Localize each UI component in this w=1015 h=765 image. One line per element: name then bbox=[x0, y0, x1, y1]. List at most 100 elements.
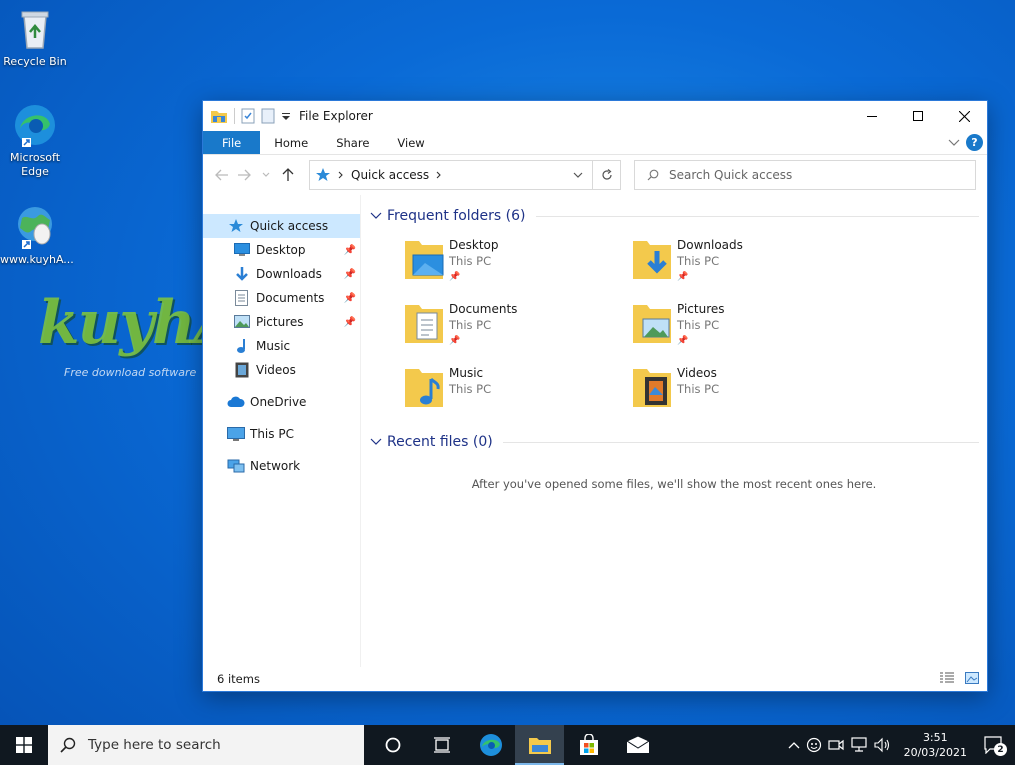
collapse-chevron-icon bbox=[370, 438, 382, 445]
quick-access-star-icon bbox=[316, 168, 330, 181]
taskbar-clock[interactable]: 3:51 20/03/2021 bbox=[904, 730, 967, 760]
pictures-icon bbox=[234, 315, 250, 328]
status-bar: 6 items bbox=[203, 667, 987, 691]
customize-toolbar-chevron-icon[interactable] bbox=[281, 108, 291, 124]
taskbar-mail[interactable] bbox=[613, 725, 662, 765]
pin-icon[interactable]: 📌 bbox=[344, 245, 356, 256]
desktop-icon-kuyhaa[interactable]: www.kuyhA... bbox=[0, 204, 74, 267]
desktop-icon-label: Microsoft Edge bbox=[9, 151, 61, 178]
back-button[interactable] bbox=[211, 164, 233, 186]
tab-share[interactable]: Share bbox=[322, 131, 383, 154]
up-arrow-icon bbox=[282, 168, 294, 181]
taskbar-search-input[interactable]: Type here to search bbox=[88, 737, 221, 753]
folder-tile-desktop[interactable]: Desktop This PC 📌 bbox=[403, 237, 631, 283]
search-box[interactable]: Search Quick access bbox=[634, 160, 976, 190]
recent-files-empty-message: After you've opened some files, we'll sh… bbox=[471, 477, 877, 491]
people-icon[interactable] bbox=[806, 737, 822, 753]
new-folder-icon[interactable] bbox=[261, 108, 275, 124]
pin-icon[interactable]: 📌 bbox=[344, 269, 356, 280]
tab-view[interactable]: View bbox=[383, 131, 438, 154]
close-button[interactable] bbox=[941, 101, 987, 131]
properties-icon[interactable] bbox=[241, 108, 255, 124]
window-title: File Explorer bbox=[299, 109, 373, 123]
folder-location: This PC bbox=[449, 382, 492, 396]
desktop-icon-edge[interactable]: Microsoft Edge bbox=[0, 102, 70, 179]
taskbar-task-view[interactable] bbox=[417, 725, 466, 765]
expand-ribbon-chevron-icon[interactable] bbox=[948, 139, 960, 147]
action-center-button[interactable]: 2 bbox=[981, 733, 1007, 757]
frequent-folders-header[interactable]: Frequent folders (6) bbox=[369, 205, 979, 227]
music-folder-icon bbox=[405, 369, 443, 407]
search-input[interactable]: Search Quick access bbox=[669, 168, 792, 182]
nav-item-desktop[interactable]: Desktop 📌 bbox=[203, 238, 360, 262]
address-location[interactable]: Quick access bbox=[351, 168, 429, 182]
quick-access-star-icon bbox=[229, 219, 243, 232]
frequent-folders-grid: Desktop This PC 📌 Downloads This PC 📌 Do… bbox=[369, 227, 979, 411]
nav-item-label: Quick access bbox=[250, 219, 329, 233]
help-button[interactable]: ? bbox=[966, 134, 983, 151]
navigation-bar: Quick access Search Quick access bbox=[203, 155, 987, 195]
pin-icon[interactable]: 📌 bbox=[344, 317, 356, 328]
forward-button[interactable] bbox=[233, 164, 255, 186]
tab-file[interactable]: File bbox=[203, 131, 261, 154]
desktop-icon-recycle-bin[interactable]: Recycle Bin bbox=[0, 6, 70, 69]
recycle-bin-icon bbox=[21, 11, 49, 49]
nav-item-videos[interactable]: Videos bbox=[203, 358, 360, 382]
details-view-icon[interactable] bbox=[939, 672, 955, 684]
videos-folder-icon bbox=[633, 369, 671, 407]
nav-item-music[interactable]: Music bbox=[203, 334, 360, 358]
computer-icon bbox=[227, 426, 245, 441]
address-dropdown-button[interactable] bbox=[564, 161, 592, 189]
nav-item-downloads[interactable]: Downloads 📌 bbox=[203, 262, 360, 286]
maximize-button[interactable] bbox=[895, 101, 941, 131]
pin-icon: 📌 bbox=[677, 336, 689, 346]
recent-locations-button[interactable] bbox=[255, 164, 277, 186]
refresh-button[interactable] bbox=[592, 161, 620, 189]
folder-tile-pictures[interactable]: Pictures This PC 📌 bbox=[631, 301, 859, 347]
title-bar[interactable]: File Explorer bbox=[203, 101, 987, 131]
minimize-button[interactable] bbox=[849, 101, 895, 131]
large-icons-view-icon[interactable] bbox=[965, 672, 979, 684]
folder-name: Videos bbox=[677, 366, 717, 380]
show-hidden-icons-chevron-icon[interactable] bbox=[788, 741, 800, 749]
meet-now-camera-icon[interactable] bbox=[827, 737, 844, 753]
nav-item-pictures[interactable]: Pictures 📌 bbox=[203, 310, 360, 334]
maximize-icon bbox=[913, 111, 923, 121]
back-arrow-icon bbox=[215, 169, 228, 181]
folder-location: This PC bbox=[449, 318, 492, 332]
folder-tile-music[interactable]: Music This PC bbox=[403, 365, 631, 411]
taskbar-cortana[interactable] bbox=[368, 725, 417, 765]
breadcrumb-chevron-icon[interactable] bbox=[436, 171, 442, 179]
nav-item-quick-access[interactable]: Quick access bbox=[203, 214, 360, 238]
up-button[interactable] bbox=[277, 164, 299, 186]
taskbar-file-explorer[interactable] bbox=[515, 725, 564, 765]
nav-item-network[interactable]: Network bbox=[203, 454, 360, 478]
volume-icon[interactable] bbox=[874, 737, 892, 753]
folder-tile-videos[interactable]: Videos This PC bbox=[631, 365, 859, 411]
recent-files-header[interactable]: Recent files (0) bbox=[369, 431, 979, 453]
mail-envelope-icon bbox=[625, 736, 650, 753]
nav-item-onedrive[interactable]: OneDrive bbox=[203, 390, 360, 414]
taskbar-search-box[interactable]: Type here to search bbox=[48, 725, 364, 765]
tab-home[interactable]: Home bbox=[260, 131, 322, 154]
taskbar-store[interactable] bbox=[564, 725, 613, 765]
clock-date: 20/03/2021 bbox=[903, 746, 967, 759]
folder-name: Downloads bbox=[677, 238, 743, 252]
network-status-icon[interactable] bbox=[850, 737, 868, 753]
notification-count-badge: 2 bbox=[994, 743, 1007, 756]
address-bar[interactable]: Quick access bbox=[309, 160, 621, 190]
nav-item-documents[interactable]: Documents 📌 bbox=[203, 286, 360, 310]
desktop-icon-label: Recycle Bin bbox=[3, 55, 67, 68]
breadcrumb-chevron-icon[interactable] bbox=[338, 171, 344, 179]
globe-shortcut-icon bbox=[18, 207, 52, 249]
nav-item-this-pc[interactable]: This PC bbox=[203, 422, 360, 446]
folder-tile-documents[interactable]: Documents This PC 📌 bbox=[403, 301, 631, 347]
start-button[interactable] bbox=[0, 725, 48, 765]
cloud-icon bbox=[227, 396, 245, 407]
downloads-folder-icon bbox=[633, 241, 671, 279]
forward-arrow-icon bbox=[238, 169, 251, 181]
folder-tile-downloads[interactable]: Downloads This PC 📌 bbox=[631, 237, 859, 283]
pin-icon[interactable]: 📌 bbox=[344, 293, 356, 304]
desktop-icon-label: www.kuyhA... bbox=[0, 253, 74, 266]
taskbar-edge[interactable] bbox=[466, 725, 515, 765]
